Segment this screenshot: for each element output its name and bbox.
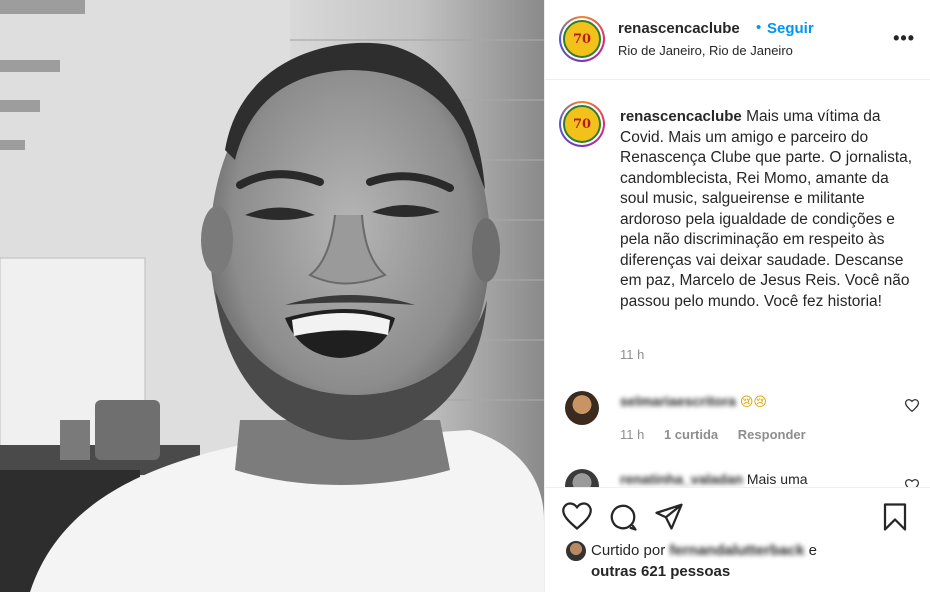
separator-dot: • <box>756 19 762 36</box>
comments-section[interactable]: 70 renascencaclube Mais uma vítima da Co… <box>545 81 930 487</box>
post-location[interactable]: Rio de Janeiro, Rio de Janeiro <box>618 43 793 58</box>
caption-timestamp[interactable]: 11 h <box>620 347 644 362</box>
author-avatar[interactable]: 70 <box>559 16 605 62</box>
comment-text: renatinha_valadan Mais uma <box>620 471 808 487</box>
post-panel: 70 renascencaclube • Seguir Rio de Janei… <box>544 0 930 592</box>
caption-avatar[interactable]: 70 <box>559 101 605 147</box>
comment-body: 😢😢 <box>739 394 767 409</box>
comment-like-heart-icon[interactable] <box>904 399 920 417</box>
liked-by-label: Curtido por <box>591 542 666 559</box>
post-image <box>0 0 544 592</box>
comment-body: Mais uma <box>746 471 808 487</box>
likes-conjunction: e <box>808 542 817 559</box>
caption-text: renascencaclube Mais uma vítima da Covid… <box>620 107 920 312</box>
commenter-username[interactable]: selmariaescritora <box>620 393 736 409</box>
commenter-avatar[interactable] <box>565 391 599 425</box>
club-logo: 70 <box>563 20 601 58</box>
comment-icon[interactable] <box>608 502 638 537</box>
comment-meta: 11 h 1 curtida Responder <box>620 427 822 442</box>
action-bar: Curtido por fernandalutterback e outras … <box>545 487 930 592</box>
club-logo: 70 <box>563 105 601 143</box>
comment-time[interactable]: 11 h <box>620 427 644 442</box>
more-icon[interactable]: ••• <box>893 28 915 49</box>
comment-likes[interactable]: 1 curtida <box>664 427 718 442</box>
likes-summary: Curtido por fernandalutterback e <box>591 542 817 559</box>
follow-button[interactable]: Seguir <box>767 20 814 37</box>
post-photo[interactable] <box>0 0 544 592</box>
comment-text: selmariaescritora 😢😢 <box>620 393 767 410</box>
caption-body: Mais uma vítima da Covid. Mais um amigo … <box>620 108 913 310</box>
caption-username[interactable]: renascencaclube <box>620 108 742 125</box>
liker-username[interactable]: fernandalutterback <box>669 542 804 559</box>
commenter-username[interactable]: renatinha_valadan <box>620 471 743 487</box>
share-icon[interactable] <box>654 502 684 535</box>
commenter-avatar[interactable] <box>565 469 599 487</box>
reply-button[interactable]: Responder <box>738 427 806 442</box>
heart-icon[interactable] <box>562 502 592 535</box>
save-icon[interactable] <box>881 502 909 537</box>
likes-others[interactable]: outras 621 pessoas <box>591 563 730 580</box>
post-header: 70 renascencaclube • Seguir Rio de Janei… <box>545 0 930 80</box>
author-username[interactable]: renascencaclube <box>618 20 740 37</box>
comment-like-heart-icon[interactable] <box>904 479 920 487</box>
liker-avatar[interactable] <box>565 540 587 562</box>
